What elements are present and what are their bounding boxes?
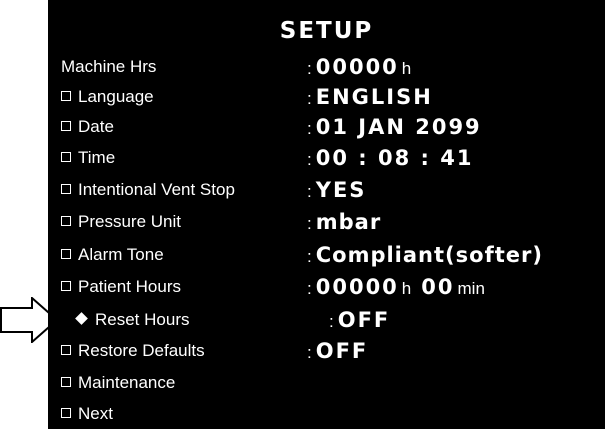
language-label: Language — [78, 87, 154, 106]
reset-hours-row[interactable]: Reset Hours : OFF — [48, 304, 605, 336]
patient-minutes-unit: min — [457, 279, 485, 298]
restore-defaults-value: OFF — [315, 339, 369, 363]
alarm-tone-label-group: Alarm Tone — [61, 239, 164, 271]
patient-hours-label-group: Patient Hours — [61, 271, 181, 303]
colon-separator: : — [307, 119, 312, 138]
maintenance-label: Maintenance — [78, 373, 176, 392]
alarm-tone-value-group: : Compliant(softer) — [307, 239, 543, 271]
colon-separator: : — [307, 59, 312, 78]
machine-hrs-value-group: :00000 h — [307, 51, 421, 83]
language-value: ENGLISH — [315, 85, 433, 109]
date-row[interactable]: Date :01 JAN 2099 — [48, 111, 605, 143]
checkbox-icon[interactable] — [61, 216, 71, 226]
setup-screen: SETUP Machine Hrs :00000 h Language : ENGL… — [48, 0, 605, 429]
colon-separator: : — [307, 89, 312, 108]
colon-separator: : — [307, 247, 312, 266]
vent-stop-row[interactable]: Intentional Vent Stop : YES — [48, 174, 605, 206]
maintenance-row[interactable]: Maintenance — [48, 367, 605, 399]
checkbox-icon[interactable] — [61, 184, 71, 194]
checkbox-icon[interactable] — [61, 121, 71, 131]
checkbox-icon[interactable] — [61, 249, 71, 259]
reset-hours-label: Reset Hours — [95, 310, 190, 329]
alarm-tone-label: Alarm Tone — [78, 245, 164, 264]
date-value: 01 JAN 2099 — [315, 115, 482, 139]
checkbox-icon[interactable] — [61, 345, 71, 355]
pressure-unit-label-group: Pressure Unit — [61, 206, 181, 238]
date-label-group: Date — [61, 111, 114, 143]
reset-hours-value-group: : OFF — [329, 304, 390, 336]
pressure-unit-value: mbar — [315, 210, 382, 234]
vent-stop-label-group: Intentional Vent Stop — [61, 174, 235, 206]
vent-stop-label: Intentional Vent Stop — [78, 180, 235, 199]
machine-hrs-value: 00000 — [315, 55, 399, 79]
patient-hours-value-group: :00000 h 00 min — [307, 271, 495, 303]
restore-defaults-row[interactable]: Restore Defaults : OFF — [48, 335, 605, 367]
time-value-group: :00 : 08 : 41 — [307, 142, 473, 174]
language-row[interactable]: Language : ENGLISH — [48, 81, 605, 113]
time-label: Time — [78, 148, 116, 167]
machine-hrs-row: Machine Hrs :00000 h — [48, 51, 605, 83]
language-value-group: : ENGLISH — [307, 81, 433, 113]
patient-hours-label: Patient Hours — [78, 277, 181, 296]
restore-defaults-label: Restore Defaults — [78, 341, 205, 360]
next-row[interactable]: Next — [48, 398, 605, 429]
time-row[interactable]: Time :00 : 08 : 41 — [48, 142, 605, 174]
time-label-group: Time — [61, 142, 115, 174]
maintenance-label-group: Maintenance — [61, 367, 175, 399]
colon-separator: : — [307, 214, 312, 233]
machine-hrs-label: Machine Hrs — [61, 57, 157, 76]
page-title: SETUP — [279, 18, 374, 44]
date-value-group: :01 JAN 2099 — [307, 111, 482, 143]
machine-hrs-unit: h — [401, 59, 412, 78]
next-label-group: Next — [61, 398, 113, 429]
vent-stop-value: YES — [315, 178, 367, 202]
language-label-group: Language — [61, 81, 154, 113]
alarm-tone-row[interactable]: Alarm Tone : Compliant(softer) — [48, 239, 605, 271]
patient-hours-value: 00000 — [315, 275, 399, 299]
reset-hours-value[interactable]: OFF — [338, 308, 391, 332]
checkbox-icon[interactable] — [61, 91, 71, 101]
pressure-unit-label: Pressure Unit — [78, 212, 181, 231]
diamond-bullet-icon — [75, 312, 88, 325]
patient-minutes-value: 00 — [421, 275, 455, 299]
next-label: Next — [78, 404, 113, 423]
date-label: Date — [78, 117, 114, 136]
pressure-unit-row[interactable]: Pressure Unit : mbar — [48, 206, 605, 238]
reset-hours-label-group: Reset Hours — [74, 304, 189, 336]
colon-separator: : — [329, 312, 334, 331]
patient-hours-unit: h — [401, 279, 412, 298]
vent-stop-value-group: : YES — [307, 174, 366, 206]
checkbox-icon[interactable] — [61, 408, 71, 418]
checkbox-icon[interactable] — [61, 152, 71, 162]
checkbox-icon[interactable] — [61, 281, 71, 291]
patient-hours-row[interactable]: Patient Hours :00000 h 00 min — [48, 271, 605, 303]
restore-defaults-label-group: Restore Defaults — [61, 335, 205, 367]
colon-separator: : — [307, 182, 312, 201]
checkbox-icon[interactable] — [61, 377, 71, 387]
time-value: 00 : 08 : 41 — [315, 146, 474, 170]
alarm-tone-value: Compliant(softer) — [315, 243, 543, 267]
pressure-unit-value-group: : mbar — [307, 206, 381, 238]
colon-separator: : — [307, 343, 312, 362]
colon-separator: : — [307, 279, 312, 298]
restore-defaults-value-group: : OFF — [307, 335, 368, 367]
colon-separator: : — [307, 150, 312, 169]
